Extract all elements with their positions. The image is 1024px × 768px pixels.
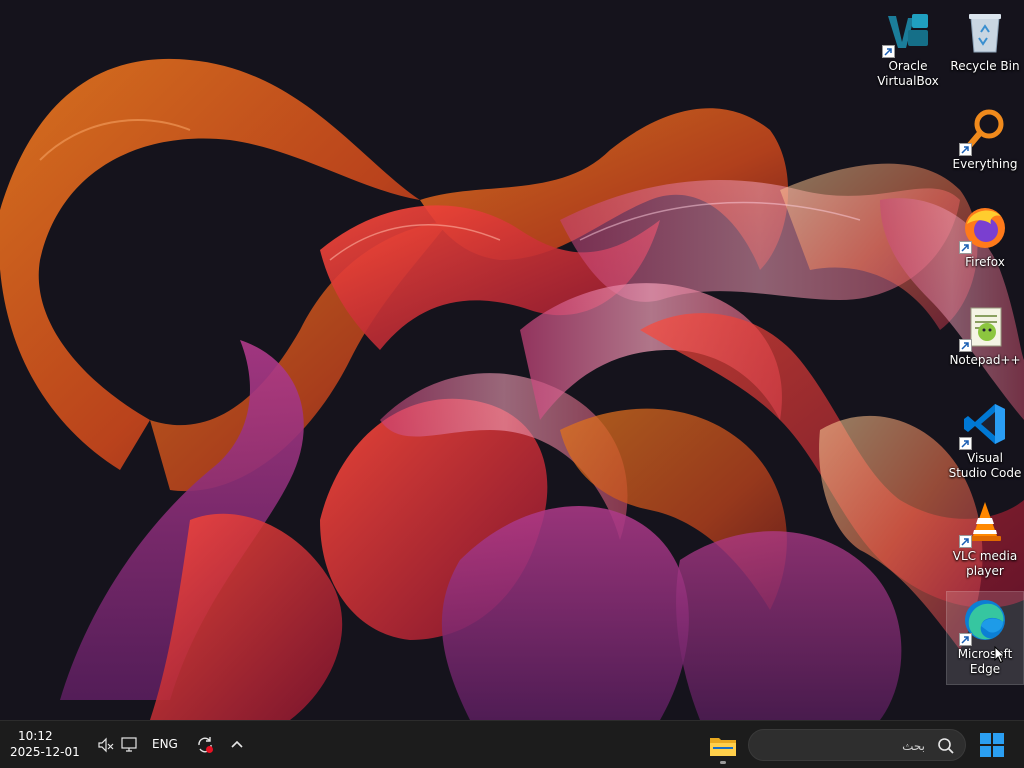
taskbar-search-box[interactable] xyxy=(748,729,966,761)
desktop-icon-edge[interactable]: Microsoft Edge xyxy=(946,591,1024,685)
desktop-icon-label: Visual Studio Code xyxy=(948,451,1022,480)
desktop-icon-virtualbox[interactable]: Oracle VirtualBox xyxy=(870,4,946,96)
firefox-icon xyxy=(959,204,1009,254)
clock-date: 2025-12-01 xyxy=(10,745,80,759)
taskbar-clock[interactable]: 10:12 2025-12-01 xyxy=(10,728,80,760)
vlc-icon xyxy=(959,498,1009,548)
windows-start-icon[interactable] xyxy=(978,731,1006,759)
desktop-icon-everything[interactable]: Everything xyxy=(947,102,1023,194)
notepad-plus-plus-icon xyxy=(959,302,1009,352)
everything-search-icon xyxy=(959,106,1009,156)
desktop-icon-notepad-plus-plus[interactable]: Notepad++ xyxy=(947,298,1023,390)
vscode-icon xyxy=(959,400,1009,450)
virtualbox-icon xyxy=(882,8,932,58)
taskbar: 10:12 2025-12-01 ENG xyxy=(0,720,1024,768)
running-app-indicator xyxy=(720,761,726,764)
sync-icon[interactable] xyxy=(194,734,216,756)
search-icon xyxy=(938,738,954,754)
desktop-icon-label: Oracle VirtualBox xyxy=(877,59,939,88)
clock-time: 10:12 xyxy=(18,729,53,743)
input-language-indicator[interactable]: ENG xyxy=(152,737,178,751)
desktop-icon-label: VLC media player xyxy=(952,549,1018,578)
edge-icon xyxy=(959,596,1009,646)
volume-muted-icon[interactable] xyxy=(95,734,117,756)
desktop-icon-label: Firefox xyxy=(965,255,1005,269)
recycle-bin-icon xyxy=(961,8,1009,56)
tray-overflow-chevron-icon[interactable] xyxy=(226,734,248,756)
desktop-icon-recycle-bin[interactable]: Recycle Bin xyxy=(947,4,1023,96)
search-input[interactable] xyxy=(763,736,927,756)
desktop-icon-vlc[interactable]: VLC media player xyxy=(947,494,1023,586)
desktop-icon-label: Notepad++ xyxy=(949,353,1021,367)
desktop-icon-firefox[interactable]: Firefox xyxy=(947,200,1023,292)
desktop-icon-label: Recycle Bin xyxy=(950,59,1020,73)
mouse-cursor-icon xyxy=(994,646,1006,664)
desktop-icon-vscode[interactable]: Visual Studio Code xyxy=(947,396,1023,488)
network-icon[interactable] xyxy=(118,734,140,756)
desktop-wallpaper xyxy=(0,0,1024,720)
desktop-icon-label: Microsoft Edge xyxy=(957,647,1013,676)
desktop-icon-label: Everything xyxy=(952,157,1018,171)
file-explorer-icon[interactable] xyxy=(708,731,738,761)
